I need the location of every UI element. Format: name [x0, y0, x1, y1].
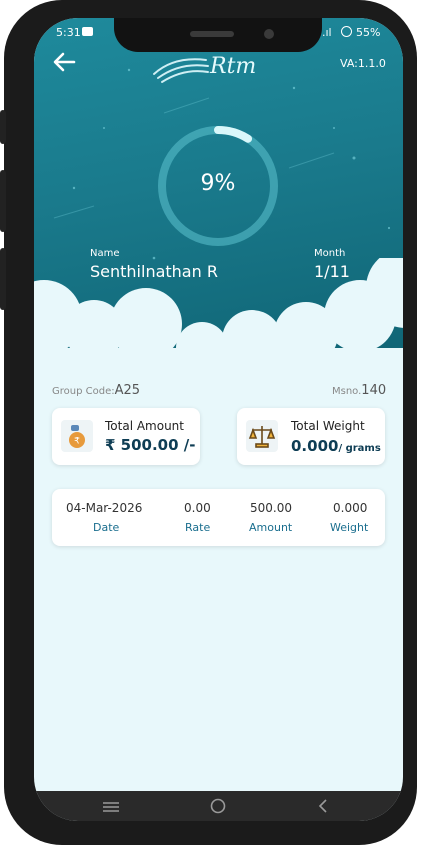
app-screen: 5:31 .ıl 55% Rtm VA:1.1.0 9% Name Senthi… [34, 18, 403, 821]
cell-weight: 0.000 [333, 501, 368, 515]
cell-rate: 0.00 [184, 501, 211, 515]
money-bag-icon: ₹ [61, 420, 93, 452]
side-button-mute [0, 110, 6, 144]
total-weight-card: Total Weight 0.000/ grams [237, 408, 385, 465]
group-code: Group Code:A25 [52, 383, 140, 398]
total-weight: 0.000/ grams [291, 436, 381, 455]
total-amount-value: ₹ 500.00 /- [105, 436, 196, 454]
scale-icon [246, 420, 278, 452]
column-header-rate: Rate [185, 521, 211, 534]
signal-icon: .ıl [322, 26, 332, 39]
month-label: Month [314, 248, 346, 259]
column-header-date: Date [93, 521, 120, 534]
app-version: VA:1.1.0 [340, 57, 386, 70]
system-nav-bar [34, 791, 403, 821]
name-label: Name [90, 248, 120, 259]
total-weight-label: Total Weight [291, 419, 365, 433]
column-header-weight: Weight [330, 521, 369, 534]
battery-ring-icon [341, 26, 352, 37]
cell-date: 04-Mar-2026 [66, 501, 143, 515]
progress-ring: 9% [156, 124, 280, 248]
camera-notch [114, 18, 322, 52]
progress-percent: 9% [200, 171, 236, 196]
total-weight-value: 0.000 [291, 437, 339, 455]
transaction-table: 04-Mar-2026 0.00 500.00 0.000 Date Rate … [52, 489, 385, 546]
back-arrow-icon[interactable] [50, 50, 78, 74]
total-amount-label: Total Amount [105, 419, 184, 433]
logo-text: Rtm [210, 54, 257, 79]
recent-apps-icon[interactable] [102, 799, 120, 813]
group-code-value: A25 [114, 383, 141, 398]
svg-text:₹: ₹ [74, 437, 80, 447]
back-nav-icon[interactable] [317, 798, 329, 814]
total-amount-card: ₹ Total Amount ₹ 500.00 /- [52, 408, 200, 465]
status-battery: 55% [356, 26, 381, 39]
side-button-volume-down [0, 248, 6, 310]
member-name: Senthilnathan R [90, 262, 218, 281]
column-header-amount: Amount [249, 521, 293, 534]
msno-value: 140 [361, 383, 387, 398]
weight-unit: / grams [338, 443, 381, 454]
phone-frame: 5:31 .ıl 55% Rtm VA:1.1.0 9% Name Senthi… [0, 0, 417, 845]
cell-amount: 500.00 [250, 501, 292, 515]
msno-label: Msno. [332, 386, 362, 397]
msno: Msno.140 [332, 383, 386, 398]
rtm-logo: Rtm [150, 48, 260, 84]
side-button-volume-up [0, 170, 6, 232]
status-time: 5:31 [56, 26, 81, 39]
home-icon[interactable] [210, 798, 226, 814]
group-code-label: Group Code: [52, 386, 115, 397]
notification-icon [82, 27, 93, 36]
month-value: 1/11 [314, 262, 350, 281]
